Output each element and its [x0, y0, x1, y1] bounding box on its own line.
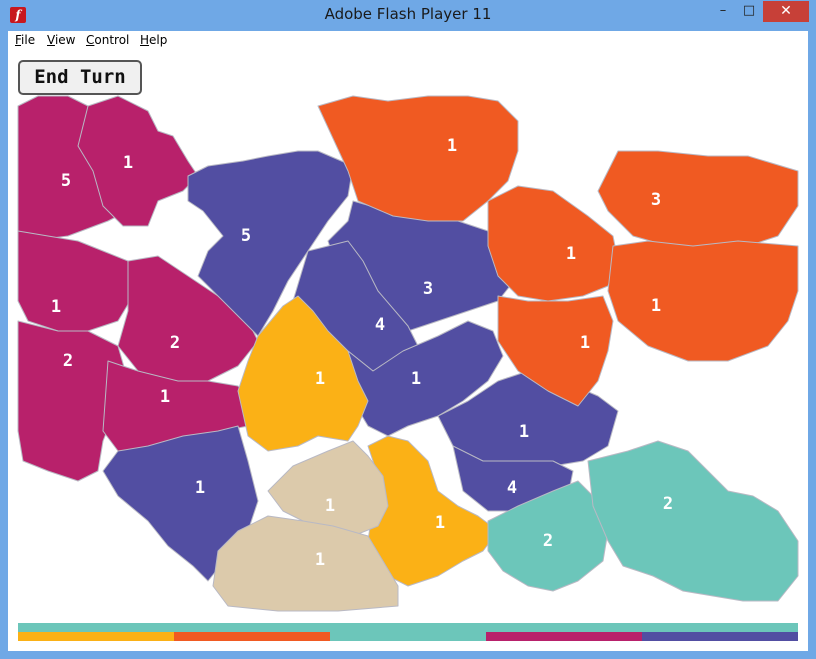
flash-player-window: f Adobe Flash Player 11 – □ ✕ File View …	[0, 0, 816, 659]
territory-orange-15[interactable]	[487, 185, 619, 302]
player-share-orange	[174, 632, 330, 641]
dice-count-label: 1	[566, 244, 576, 264]
dice-count-label: 1	[123, 153, 133, 173]
menu-help[interactable]: Help	[140, 33, 167, 47]
dice-count-label: 2	[543, 531, 553, 551]
dice-count-label: 5	[61, 171, 71, 191]
active-player-strip	[18, 623, 798, 632]
menu-view[interactable]: View	[47, 33, 75, 47]
dice-count-label: 2	[170, 333, 180, 353]
player-share-teal	[330, 632, 486, 641]
dice-count-label: 5	[241, 226, 251, 246]
dice-count-label: 1	[51, 297, 61, 317]
dice-count-label: 4	[507, 478, 517, 498]
title-bar[interactable]: f Adobe Flash Player 11 – □ ✕	[0, 0, 816, 31]
dice-count-label: 1	[160, 387, 170, 407]
menu-file[interactable]: File	[15, 33, 35, 47]
dice-count-label: 1	[435, 513, 445, 533]
minimize-icon[interactable]: –	[710, 1, 736, 22]
dice-count-label: 1	[325, 496, 335, 516]
menu-control[interactable]: Control	[86, 33, 129, 47]
dice-count-label: 1	[580, 333, 590, 353]
dice-count-label: 4	[375, 315, 385, 335]
player-share-magenta	[486, 632, 642, 641]
territory-orange-14[interactable]	[597, 150, 799, 247]
dice-count-label: 1	[195, 478, 205, 498]
maximize-icon[interactable]: □	[736, 1, 762, 22]
game-stage: End Turn 511221534111413111111122	[8, 51, 808, 651]
dice-count-label: 2	[63, 351, 73, 371]
territory-magenta-2[interactable]	[17, 230, 134, 332]
window-title: Adobe Flash Player 11	[324, 5, 492, 23]
game-board: 5 1 1 2 2 1 5 3 4 1 1 1 4 1 3 1 1 1 1 1 1 1 2 2	[17, 95, 799, 641]
dice-count-label: 1	[411, 369, 421, 389]
dice-count-label: 2	[663, 494, 673, 514]
player-share-indigo	[642, 632, 798, 641]
dice-count-label: 1	[315, 550, 325, 570]
dice-count-label: 1	[315, 369, 325, 389]
close-icon[interactable]: ✕	[763, 1, 809, 22]
menu-bar: File View Control Help	[8, 31, 808, 52]
dice-count-label: 1	[447, 136, 457, 156]
dice-count-label: 3	[651, 190, 661, 210]
territory-teal-23[interactable]	[587, 440, 799, 602]
player-share-yellow	[18, 632, 174, 641]
dice-count-label: 1	[651, 296, 661, 316]
dice-count-label: 1	[519, 422, 529, 442]
dice-count-label: 3	[423, 279, 433, 299]
territory-orange-16[interactable]	[607, 240, 799, 362]
